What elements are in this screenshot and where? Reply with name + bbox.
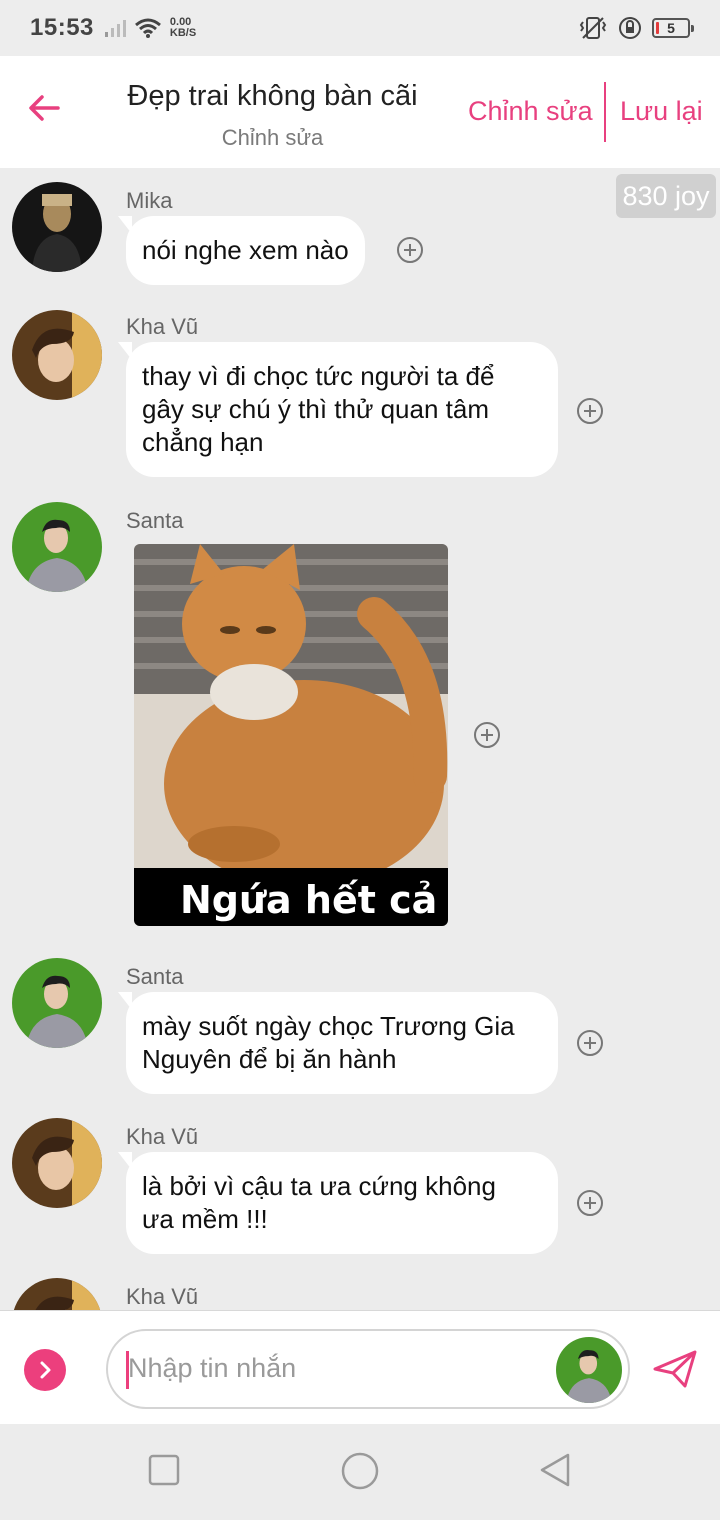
message-text: gây sự chú ý thì thử quan tâm <box>142 394 489 424</box>
message-text: nói nghe xem nào <box>142 235 349 265</box>
message-text: ưa mềm !!! <box>142 1204 268 1234</box>
battery-indicator: 5 <box>652 18 694 38</box>
image-message[interactable]: Ngứa hết cả đít <box>134 544 448 926</box>
add-reaction-icon[interactable] <box>576 1029 604 1057</box>
home-icon[interactable] <box>341 1452 379 1490</box>
save-button[interactable]: Lưu lại <box>620 96 703 127</box>
message-text: thay vì đi chọc tức người ta để <box>142 361 495 391</box>
chevron-right-icon <box>40 1361 51 1379</box>
add-reaction-icon[interactable] <box>576 1189 604 1217</box>
chat-subtitle[interactable]: Chỉnh sửa <box>110 125 435 151</box>
recent-apps-icon[interactable] <box>148 1454 180 1486</box>
rotation-lock-icon <box>619 17 641 39</box>
sender-name: Kha Vũ <box>126 1284 199 1309</box>
vibrate-icon <box>579 17 607 39</box>
avatar[interactable] <box>12 502 102 592</box>
sender-name: Kha Vũ <box>126 1124 199 1149</box>
avatar[interactable] <box>12 1118 102 1208</box>
message-bubble[interactable]: mày suốt ngày chọc Trương Gia Nguyên để … <box>118 992 558 1094</box>
sender-name: Santa <box>126 964 184 989</box>
add-reaction-icon[interactable] <box>576 397 604 425</box>
expand-button[interactable] <box>24 1349 66 1391</box>
sender-name: Mika <box>126 188 173 213</box>
signal-icon <box>104 20 126 37</box>
sender-name: Kha Vũ <box>126 314 199 339</box>
add-reaction-icon[interactable] <box>396 236 424 264</box>
chat-header: Đẹp trai không bàn cãi Chỉnh sửa Chỉnh s… <box>0 56 720 168</box>
avatar[interactable] <box>12 1278 102 1310</box>
message-text: Nguyên để bị ăn hành <box>142 1044 397 1074</box>
status-time: 15:53 <box>30 14 94 41</box>
message-text: chẳng hạn <box>142 427 264 457</box>
status-bar: 15:53 0.00 KB/S 5 <box>0 0 720 56</box>
image-caption: Ngứa hết cả đít <box>134 868 448 926</box>
chat-title: Đẹp trai không bàn cãi <box>127 80 418 112</box>
system-nav-bar <box>0 1424 720 1520</box>
message-input[interactable]: Nhập tin nhắn <box>106 1329 630 1409</box>
edit-button[interactable]: Chỉnh sửa <box>468 96 593 127</box>
sender-name: Santa <box>126 508 184 533</box>
input-placeholder: Nhập tin nhắn <box>128 1353 297 1383</box>
wifi-icon <box>134 18 161 38</box>
header-divider <box>604 82 606 142</box>
avatar[interactable] <box>12 182 102 272</box>
chat-list[interactable]: 830 joy Mika nói nghe xem nào Kha Vũ tha… <box>0 168 720 1310</box>
message-bubble[interactable]: thay vì đi chọc tức người ta để gây sự c… <box>118 342 558 477</box>
message-bubble[interactable]: là bởi vì cậu ta ưa cứng không ưa mềm !!… <box>118 1152 558 1254</box>
message-text: là bởi vì cậu ta ưa cứng không <box>142 1171 496 1201</box>
message-bubble[interactable]: nói nghe xem nào <box>118 216 365 285</box>
back-icon[interactable] <box>538 1452 572 1488</box>
back-arrow-icon[interactable] <box>24 88 64 128</box>
composer-bar: Nhập tin nhắn <box>0 1310 720 1424</box>
message-text: mày suốt ngày chọc Trương Gia <box>142 1011 515 1041</box>
send-icon[interactable] <box>652 1349 698 1389</box>
network-speed: 0.00 KB/S <box>169 16 197 39</box>
character-avatar-button[interactable] <box>556 1337 622 1403</box>
joy-badge: 830 joy <box>616 174 716 218</box>
avatar[interactable] <box>12 958 102 1048</box>
avatar[interactable] <box>12 310 102 400</box>
add-reaction-icon[interactable] <box>473 721 501 749</box>
title-group: Đẹp trai không bàn cãi Chỉnh sửa <box>110 80 435 151</box>
